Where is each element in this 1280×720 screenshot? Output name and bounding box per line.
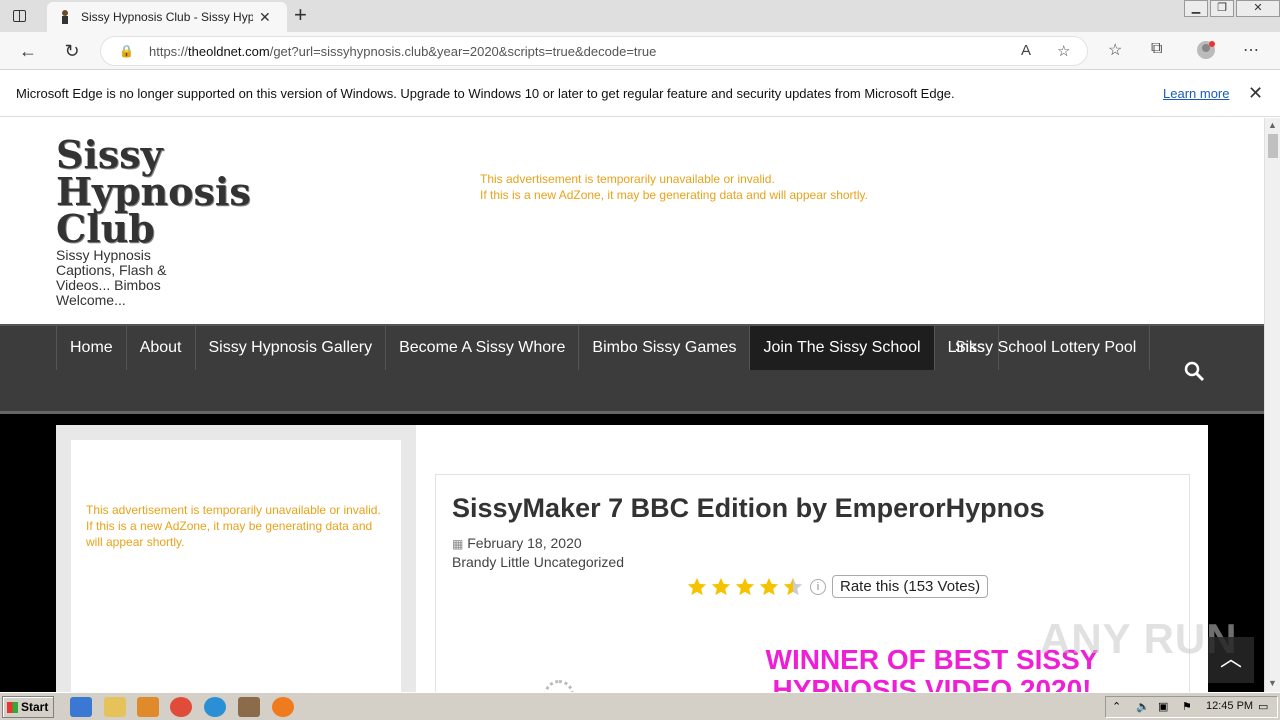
post-title[interactable]: SissyMaker 7 BBC Edition by EmperorHypno… [452, 493, 1045, 524]
post-date: ▦ February 18, 2020 [452, 535, 582, 551]
refresh-button[interactable]: ↻ [60, 40, 84, 62]
tray-expand-icon[interactable]: ⌃ [1112, 700, 1121, 713]
info-icon[interactable]: i [810, 578, 826, 595]
notice-message: Microsoft Edge is no longer supported on… [16, 86, 955, 101]
post-rating: i Rate this (153 Votes) [686, 575, 989, 598]
menu-item-bimbo-sissy-games[interactable]: Bimbo Sissy Games [579, 326, 751, 370]
sidebar-widget: This advertisement is temporarily unavai… [71, 440, 401, 692]
ad-line: If this is a new AdZone, it may be gener… [480, 188, 868, 202]
windows-taskbar: Start ⌃ 🔈 ▣ ⚑ ▭ 12:45 PM [0, 692, 1280, 720]
site-header: Sissy Hypnosis Club Sissy Hypnosis Capti… [0, 118, 1264, 324]
page-scrollbar[interactable]: ▲ ▼ [1264, 118, 1280, 692]
menu-item-about[interactable]: About [127, 326, 196, 370]
menu-list: Home About Sissy Hypnosis Gallery Become A … [56, 326, 1166, 370]
tab-title: Sissy Hypnosis Club - Sissy Hypn [81, 10, 253, 24]
settings-more-icon[interactable]: ⋯ [1243, 40, 1259, 60]
menu-item-become-a-sissy-whore[interactable]: Become A Sissy Whore [386, 326, 580, 370]
chevron-up-icon: ︿ [1219, 646, 1242, 671]
site-window-icon[interactable] [238, 697, 260, 717]
star-icon[interactable] [758, 576, 780, 598]
sidebar-ad-placeholder: This advertisement is temporarily unavai… [86, 502, 386, 550]
scrollbar-thumb[interactable] [1268, 134, 1278, 158]
show-desktop-icon[interactable]: ▭ [1258, 700, 1268, 713]
loading-spinner-icon [544, 680, 574, 692]
header-ad-placeholder: This advertisement is temporarily unavai… [480, 171, 868, 203]
new-tab-button[interactable]: + [294, 4, 307, 26]
star-icon[interactable] [710, 576, 732, 598]
network-icon[interactable]: ▣ [1158, 700, 1168, 713]
calendar-icon: ▦ [452, 537, 464, 551]
window-controls: ▁ ❐ ✕ [1182, 0, 1280, 18]
star-icon[interactable] [686, 576, 708, 598]
star-icon[interactable] [782, 576, 804, 598]
add-favorite-icon[interactable]: ☆ [1057, 42, 1070, 60]
browser-tab-bar: Sissy Hypnosis Club - Sissy Hypn ✕ + ▁ ❐… [0, 0, 1280, 32]
star-icon[interactable] [734, 576, 756, 598]
minimize-button[interactable]: ▁ [1184, 0, 1208, 17]
site-favicon-icon [62, 10, 68, 24]
window-close-button[interactable]: ✕ [1236, 0, 1280, 17]
back-button[interactable]: ← [16, 40, 40, 62]
profile-avatar[interactable] [1196, 40, 1216, 65]
learn-more-link[interactable]: Learn more [1163, 86, 1229, 101]
scroll-to-top-button[interactable]: ︿ [1208, 637, 1254, 683]
notice-close-icon[interactable]: ✕ [1248, 83, 1263, 104]
site-tagline: Sissy Hypnosis Captions, Flash & Videos.… [56, 247, 167, 308]
lock-icon[interactable]: 🔒 [119, 44, 134, 58]
ie-icon[interactable] [70, 697, 92, 717]
url-field[interactable]: 🔒 https://theoldnet.com/get?url=sissyhyp… [100, 36, 1088, 66]
ad-line: This advertisement is temporarily unavai… [86, 503, 381, 517]
main-navigation: Home About Sissy Hypnosis Gallery Become A … [0, 324, 1264, 414]
menu-item-join-the-sissy-school[interactable]: Join The Sissy School [750, 326, 935, 370]
post-date-text: February 18, 2020 [467, 535, 582, 551]
collections-icon[interactable]: ⧉ [1151, 40, 1162, 58]
favorites-icon[interactable]: ☆ [1108, 40, 1122, 60]
volume-icon[interactable]: 🔈 [1136, 700, 1150, 713]
content-area: This advertisement is temporarily unavai… [56, 425, 1208, 692]
ad-line: This advertisement is temporarily unavai… [480, 172, 775, 186]
sidebar: This advertisement is temporarily unavai… [56, 425, 416, 692]
rate-this-button[interactable]: Rate this (153 Votes) [832, 575, 989, 598]
taskbar-clock[interactable]: 12:45 PM [1206, 700, 1253, 712]
restore-button[interactable]: ❐ [1210, 0, 1234, 17]
scroll-up-icon[interactable]: ▲ [1268, 120, 1277, 130]
address-bar-row: ← ↻ 🔒 https://theoldnet.com/get?url=siss… [0, 32, 1280, 70]
start-button[interactable]: Start [2, 696, 54, 718]
url-text: https://theoldnet.com/get?url=sissyhypno… [149, 44, 657, 59]
tab-close-icon[interactable]: ✕ [259, 9, 271, 26]
star-rating[interactable] [686, 576, 806, 598]
firefox-icon[interactable] [272, 697, 294, 717]
web-page: Sissy Hypnosis Club Sissy Hypnosis Capti… [0, 118, 1264, 692]
flag-icon[interactable]: ⚑ [1182, 700, 1192, 713]
scroll-down-icon[interactable]: ▼ [1268, 678, 1277, 688]
unsupported-browser-notice: Microsoft Edge is no longer supported on… [0, 71, 1280, 117]
ad-line: If this is a new AdZone, it may be gener… [86, 519, 373, 549]
post-meta: Brandy Little Uncategorized [452, 554, 624, 570]
menu-item-sissy-school-lottery-pool[interactable]: Sissy School Lottery Pool [943, 326, 1151, 370]
media-player-icon[interactable] [137, 697, 159, 717]
post-author-link[interactable]: Brandy Little [452, 554, 530, 570]
menu-item-home[interactable]: Home [56, 326, 127, 370]
browser-tab-active[interactable]: Sissy Hypnosis Club - Sissy Hypn ✕ [47, 2, 287, 32]
read-aloud-icon[interactable]: A [1021, 42, 1031, 59]
chrome-icon[interactable] [170, 697, 192, 717]
menu-item-sissy-hypnosis-gallery[interactable]: Sissy Hypnosis Gallery [196, 326, 387, 370]
search-icon[interactable] [1183, 360, 1205, 382]
explorer-icon[interactable] [104, 697, 126, 717]
edge-icon[interactable] [204, 697, 226, 717]
site-logo[interactable]: Sissy Hypnosis Club [56, 136, 256, 248]
post-category-link[interactable]: Uncategorized [534, 554, 624, 570]
tab-actions-icon[interactable] [8, 6, 30, 26]
